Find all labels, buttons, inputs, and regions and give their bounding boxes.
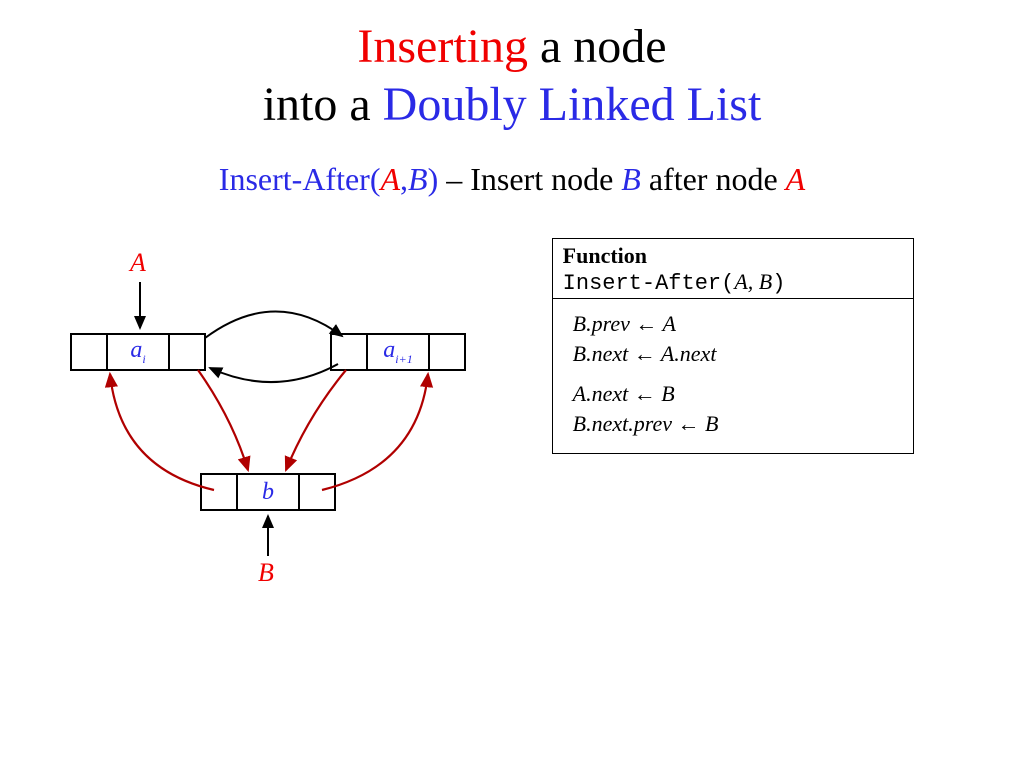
sig-desc1: – Insert node [438,161,621,197]
title-word-dll: Doubly Linked List [383,78,762,131]
cell-next [300,475,334,509]
operation-signature: Insert-After(A,B) – Insert node B after … [0,161,1024,198]
pointer-arrows-icon [0,238,512,638]
cell-next [430,335,464,369]
sig-descA: A [786,161,806,197]
sig-comma: , [400,161,408,197]
cell-prev [72,335,108,369]
sig-close: ) [428,161,439,197]
sig-desc2: after node [641,161,786,197]
code-line-4: B.next.prev ← B [573,411,903,437]
pseudocode-body: B.prev ← A B.next ← A.next A.next ← B B.… [553,299,913,453]
sig-call: Insert-After( [219,161,381,197]
sig-A: A [380,161,400,197]
cell-next [170,335,204,369]
code-arg-A: A [734,269,747,294]
cell-value-ai1: ai+1 [368,335,430,369]
code-arg-sep: , [748,269,759,294]
code-close: ) [772,271,785,296]
node-b: b [200,473,336,511]
cell-prev [202,475,238,509]
label-A: A [130,248,146,278]
code-line-2: B.next ← A.next [573,341,903,367]
pseudocode-header: Function Insert-After(A, B) [553,239,913,299]
cell-value-b: b [238,475,300,509]
arrow-A-down-icon [0,238,512,638]
function-keyword: Function [563,243,647,268]
code-line-3: A.next ← B [573,381,903,407]
title-word-anode: a node [528,20,667,73]
sig-B: B [408,161,428,197]
code-arg-B: B [759,269,772,294]
cell-value-ai: ai [108,335,170,369]
cell-prev [332,335,368,369]
pseudocode-box: Function Insert-After(A, B) B.prev ← A B… [552,238,914,454]
label-B: B [258,558,274,588]
slide-title: Inserting a node into a Doubly Linked Li… [0,0,1024,133]
function-name: Insert-After( [563,271,735,296]
node-ai1: ai+1 [330,333,466,371]
title-word-into: into a [263,78,383,131]
title-word-insert: Inserting [357,20,528,73]
code-line-1: B.prev ← A [573,311,903,337]
node-ai: ai [70,333,206,371]
sig-descB: B [621,161,641,197]
diagram-area: A ai ai+1 [0,238,512,638]
